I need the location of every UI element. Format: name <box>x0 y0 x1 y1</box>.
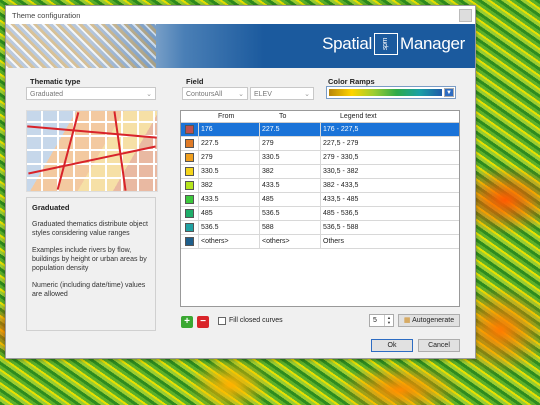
range-color-swatch[interactable] <box>185 223 194 232</box>
cell-to[interactable]: 382 <box>260 165 321 178</box>
cell-from[interactable]: 433.5 <box>199 193 260 206</box>
color-ramps-label: Color Ramps <box>328 77 375 86</box>
table-body: 176 227.5 176 - 227,5 227.5 279 227,5 - 279 27… <box>181 123 459 249</box>
column-to-header[interactable]: To <box>259 111 320 122</box>
table-row[interactable]: 485 536.5 485 - 536,5 <box>181 207 459 221</box>
cell-to[interactable]: 330.5 <box>260 151 321 164</box>
autogenerate-button[interactable]: ▦ Autogenerate <box>398 314 460 327</box>
description-paragraph-3: Numeric (including date/time) values are… <box>32 282 146 298</box>
spatial-manager-logo: Spatial spm Manager <box>322 32 465 56</box>
cell-from[interactable]: 536.5 <box>199 221 260 234</box>
range-color-swatch[interactable] <box>185 195 194 204</box>
logo-text-right: Manager <box>400 34 465 53</box>
cell-legend[interactable]: 279 - 330,5 <box>321 151 459 164</box>
add-range-button[interactable]: + <box>181 316 193 328</box>
cell-legend[interactable]: 433,5 - 485 <box>321 193 459 206</box>
cancel-button[interactable]: Cancel <box>418 339 460 352</box>
cell-from[interactable]: 330.5 <box>199 165 260 178</box>
title-bar: Theme configuration <box>6 6 475 24</box>
fill-closed-curves-label: Fill closed curves <box>229 317 283 324</box>
ok-button[interactable]: Ok <box>371 339 413 352</box>
color-ramp-preview <box>329 89 442 96</box>
table-row[interactable]: 279 330.5 279 - 330,5 <box>181 151 459 165</box>
field-source-select[interactable]: ContoursAll ⌄ <box>182 87 248 100</box>
column-from-header[interactable]: From <box>198 111 259 122</box>
thematic-preview-image <box>26 110 158 192</box>
cell-legend[interactable]: 176 - 227,5 <box>321 123 459 136</box>
cell-to[interactable]: 536.5 <box>260 207 321 220</box>
header-banner: Spatial spm Manager <box>6 24 475 68</box>
logo-text-left: Spatial <box>322 34 372 53</box>
cell-from[interactable]: <others> <box>199 235 260 248</box>
cell-from[interactable]: 176 <box>199 123 260 136</box>
autogenerate-icon: ▦ <box>403 317 411 324</box>
chevron-down-icon: ⌄ <box>146 91 152 98</box>
table-row[interactable]: 536.5 588 536,5 - 588 <box>181 221 459 235</box>
table-row[interactable]: 176 227.5 176 - 227,5 <box>181 123 459 137</box>
table-row[interactable]: 330.5 382 330,5 - 382 <box>181 165 459 179</box>
thematic-type-label: Thematic type <box>30 77 81 86</box>
chevron-down-icon: ⌄ <box>304 91 310 98</box>
cell-to[interactable]: 433.5 <box>260 179 321 192</box>
cell-legend[interactable]: 330,5 - 382 <box>321 165 459 178</box>
description-paragraph-1: Graduated thematics distribute object st… <box>32 221 148 237</box>
chevron-down-icon: ⌄ <box>238 91 244 98</box>
range-color-swatch[interactable] <box>185 167 194 176</box>
color-ramp-select[interactable]: ▼ <box>326 86 456 99</box>
cell-from[interactable]: 227.5 <box>199 137 260 150</box>
close-button[interactable] <box>459 9 472 22</box>
ranges-table: From To Legend text 176 227.5 176 - 227,5 2… <box>180 110 460 307</box>
cell-from[interactable]: 485 <box>199 207 260 220</box>
cell-to[interactable]: 485 <box>260 193 321 206</box>
cell-to[interactable]: 588 <box>260 221 321 234</box>
cell-to[interactable]: <others> <box>260 235 321 248</box>
description-paragraph-2: Examples include rivers by flow, buildin… <box>32 247 147 272</box>
table-row[interactable]: 382 433.5 382 - 433,5 <box>181 179 459 193</box>
thematic-type-select[interactable]: Graduated ⌄ <box>26 87 156 100</box>
cell-to[interactable]: 279 <box>260 137 321 150</box>
logo-mark: spm <box>374 33 398 55</box>
remove-range-button[interactable]: − <box>197 316 209 328</box>
range-color-swatch[interactable] <box>185 209 194 218</box>
chevron-down-icon[interactable]: ▼ <box>444 88 454 97</box>
cell-legend[interactable]: Others <box>321 235 459 248</box>
field-name-select[interactable]: ELEV ⌄ <box>250 87 314 100</box>
cell-legend[interactable]: 227,5 - 279 <box>321 137 459 150</box>
range-count-stepper[interactable]: 5 ▲ ▼ <box>369 314 394 327</box>
cell-from[interactable]: 279 <box>199 151 260 164</box>
thematic-description-panel: Graduated Graduated thematics distribute… <box>26 197 156 331</box>
table-row[interactable]: <others> <others> Others <box>181 235 459 249</box>
field-name-value: ELEV <box>254 91 272 98</box>
cell-to[interactable]: 227.5 <box>260 123 321 136</box>
description-heading: Graduated <box>32 203 70 212</box>
range-color-swatch[interactable] <box>185 125 194 134</box>
field-label: Field <box>186 77 204 86</box>
field-source-value: ContoursAll <box>186 91 223 98</box>
cell-legend[interactable]: 382 - 433,5 <box>321 179 459 192</box>
thematic-type-value: Graduated <box>30 91 64 98</box>
stepper-arrows-icon[interactable]: ▲ ▼ <box>384 315 393 326</box>
cell-from[interactable]: 382 <box>199 179 260 192</box>
table-row[interactable]: 227.5 279 227,5 - 279 <box>181 137 459 151</box>
cell-legend[interactable]: 485 - 536,5 <box>321 207 459 220</box>
window-title: Theme configuration <box>12 10 81 20</box>
range-color-swatch[interactable] <box>185 153 194 162</box>
range-color-swatch[interactable] <box>185 139 194 148</box>
table-row[interactable]: 433.5 485 433,5 - 485 <box>181 193 459 207</box>
column-legend-header[interactable]: Legend text <box>320 111 459 122</box>
autogenerate-label: Autogenerate <box>412 317 455 324</box>
range-count-value: 5 <box>373 317 377 324</box>
range-color-swatch[interactable] <box>185 237 194 246</box>
range-color-swatch[interactable] <box>185 181 194 190</box>
banner-map-image <box>6 24 156 68</box>
cell-legend[interactable]: 536,5 - 588 <box>321 221 459 234</box>
fill-closed-curves-checkbox[interactable] <box>218 317 226 325</box>
table-header: From To Legend text <box>181 111 459 123</box>
